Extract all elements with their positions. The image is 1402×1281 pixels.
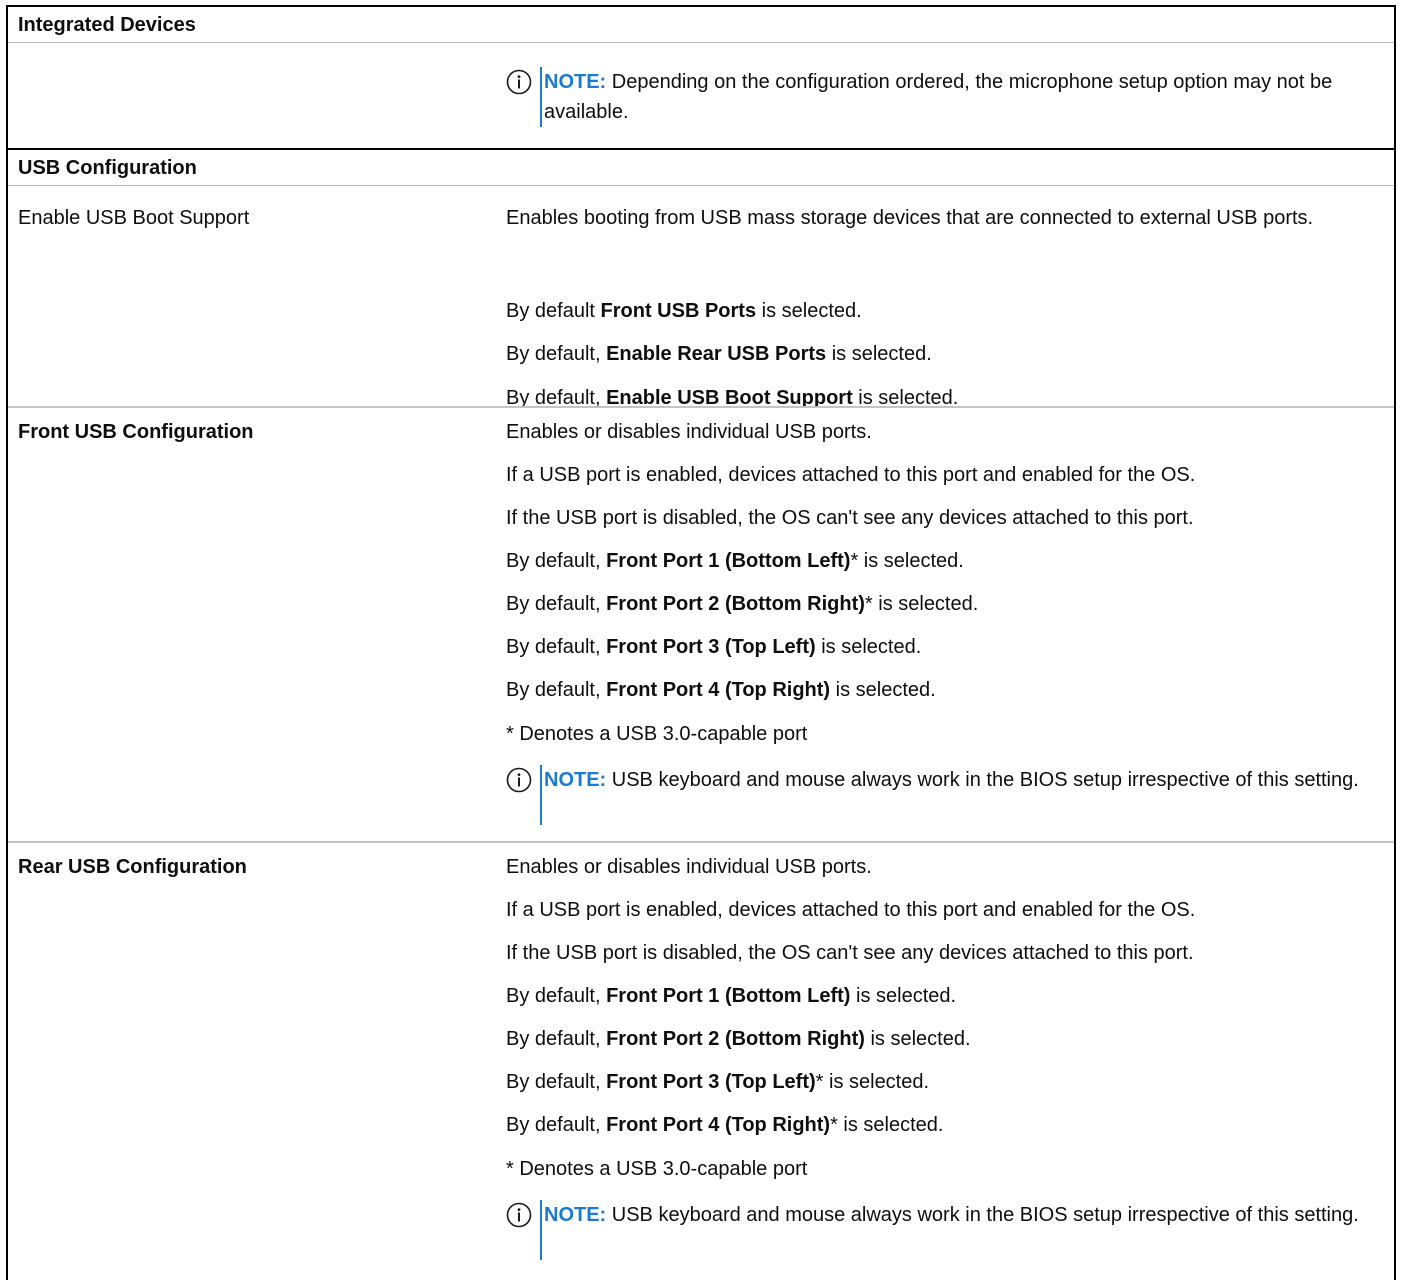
note-accent-bar [540,67,542,127]
description-line: By default, Front Port 4 (Top Right)* is… [506,1114,944,1136]
description-line: By default, Front Port 1 (Bottom Left)* … [506,550,964,572]
setting-row-enable-usb-boot: Enable USB Boot Support Enables booting … [8,186,1394,409]
section-title: USB Configuration [18,157,197,179]
description-line: Enables or disables individual USB ports… [506,856,872,878]
description-line: By default, Front Port 2 (Bottom Right) … [506,1028,971,1050]
section-header-integrated-devices: Integrated Devices [8,5,1394,43]
note-accent-bar [540,1200,542,1260]
setting-row-rear-usb: Rear USB Configuration Enables or disabl… [8,841,1394,1281]
description-line: If a USB port is enabled, devices attach… [506,464,1196,486]
settings-table: Integrated Devices NOTE: Depending on th… [6,5,1396,1280]
note-text: NOTE: Depending on the configuration ord… [544,71,1333,123]
setting-label: Rear USB Configuration [18,856,247,878]
section-header-usb-configuration: USB Configuration [8,148,1394,186]
description-line: By default, Front Port 2 (Bottom Right)*… [506,593,979,615]
setting-label: Enable USB Boot Support [18,207,250,229]
footnote: * Denotes a USB 3.0-capable port [506,1158,808,1180]
description-line: If the USB port is disabled, the OS can'… [506,942,1194,964]
description-line: By default, Front Port 3 (Top Left) is s… [506,636,922,658]
setting-row-front-usb: Front USB Configuration Enables or disab… [8,406,1394,841]
description-line: If the USB port is disabled, the OS can'… [506,507,1194,529]
description-line: Enables or disables individual USB ports… [506,421,872,443]
description-line: Enables booting from USB mass storage de… [506,207,1314,229]
info-icon [506,767,532,793]
info-icon [506,1202,532,1228]
description-line: If a USB port is enabled, devices attach… [506,899,1196,921]
info-icon [506,69,532,95]
setting-label: Front USB Configuration [18,421,254,443]
description-line: By default, Front Port 1 (Bottom Left) i… [506,985,957,1007]
description-line: By default Front USB Ports is selected. [506,300,862,322]
description-line: By default, Front Port 3 (Top Left)* is … [506,1071,930,1093]
note-row: NOTE: Depending on the configuration ord… [8,43,1394,148]
note-accent-bar [540,765,542,825]
note-text: NOTE: USB keyboard and mouse always work… [544,1204,1359,1226]
description-line: By default, Enable Rear USB Ports is sel… [506,343,932,365]
description-line: By default, Front Port 4 (Top Right) is … [506,679,936,701]
note-text: NOTE: USB keyboard and mouse always work… [544,769,1359,791]
footnote: * Denotes a USB 3.0-capable port [506,723,808,745]
section-title: Integrated Devices [18,14,196,36]
